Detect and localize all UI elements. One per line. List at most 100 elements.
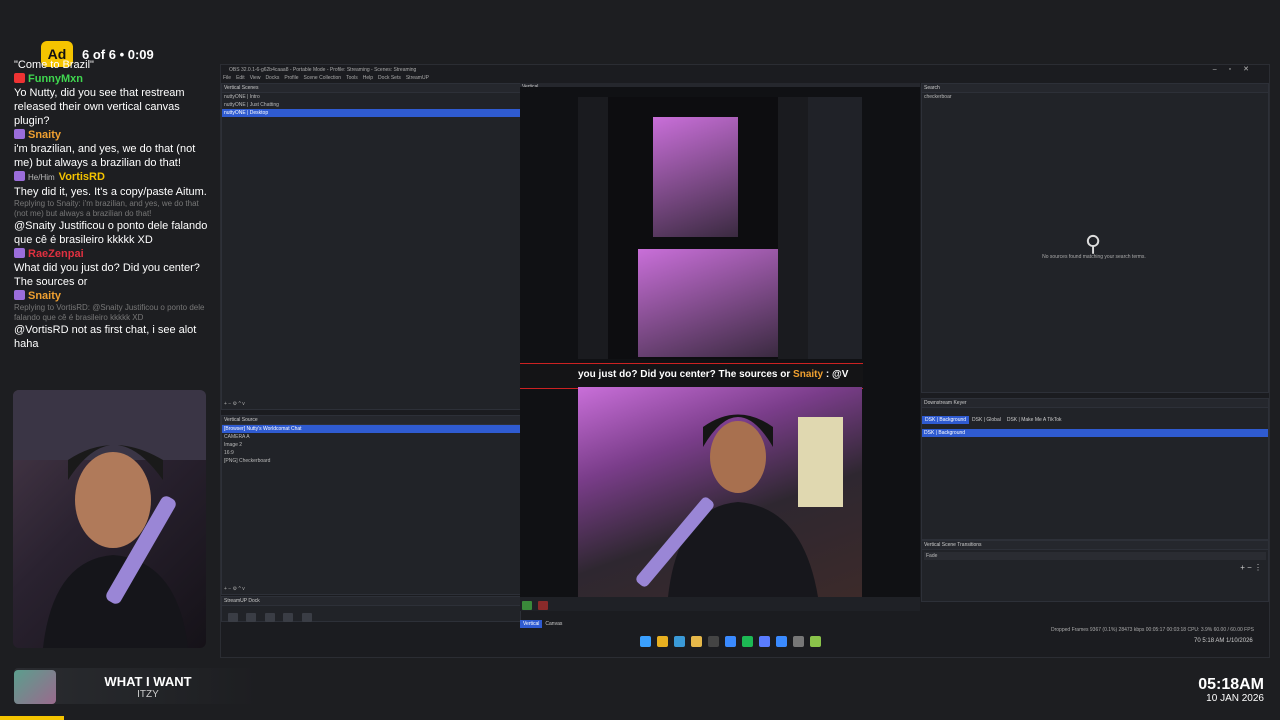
stream-toggle[interactable] [538, 601, 549, 610]
no-results-text: No sources found matching your search te… [1042, 254, 1146, 260]
chat-message: RaeZenpai What did you just do? Did you c… [14, 247, 214, 289]
app-icon[interactable] [810, 636, 821, 647]
streamup-button-4[interactable] [283, 613, 294, 622]
transition-select[interactable]: Fade [924, 552, 1266, 560]
chat-overlay-user: Snaity [793, 369, 824, 380]
app-icon[interactable] [725, 636, 736, 647]
chat-overlay-text: you just do? Did you center? The sources… [578, 369, 849, 380]
chat-text: Yo Nutty, did you see that restream rele… [14, 87, 185, 127]
source-list: [Browser] Nutty's Worldcomat Chat CAMERA … [222, 425, 520, 465]
source-item[interactable]: [Browser] Nutty's Worldcomat Chat [222, 425, 520, 433]
reply-context: Replying to VortisRD: @Snaity Justificou… [14, 303, 205, 322]
window-controls[interactable]: –▫✕ [1213, 65, 1261, 73]
app-icon[interactable] [776, 636, 787, 647]
streamup-dock: StreamUP Dock [221, 596, 521, 622]
chat-header: He/Him VortisRD [14, 170, 214, 185]
spotify-icon[interactable] [742, 636, 753, 647]
source-item[interactable]: Image 2 [222, 441, 520, 449]
chat-username: Snaity [28, 129, 62, 141]
edge-icon[interactable] [674, 636, 685, 647]
app-icon[interactable] [759, 636, 770, 647]
preview-controls [520, 597, 920, 611]
twitch-badge-icon [14, 171, 25, 181]
canvas-tabs: Vertical Canvas [520, 612, 920, 628]
menu-item[interactable]: StreamUP [406, 75, 429, 81]
sources-panel: Vertical Source [Browser] Nutty's Worldc… [221, 415, 521, 595]
scene-item[interactable]: nuttyONE | Desktop [222, 109, 520, 117]
record-toggle[interactable] [522, 601, 532, 610]
streamup-button-1[interactable] [228, 613, 238, 622]
nested-preview [578, 97, 862, 359]
source-toolbar[interactable]: + − ⚙ ^ v [224, 586, 245, 592]
scene-item[interactable]: nuttyONE | Just Chatting [222, 101, 520, 109]
chat-text: @VortisRD not as first chat, i see alot … [14, 324, 197, 350]
menu-item[interactable]: Dock Sets [378, 75, 401, 81]
webcam-overlay [13, 390, 206, 648]
preview-canvas[interactable]: you just do? Did you center? The sources… [520, 87, 920, 597]
downstream-keyer-panel: Downstream Keyer DSK | Background DSK | G… [921, 398, 1269, 540]
transitions-panel: Vertical Scene Transitions Fade + − ⋮ [921, 540, 1269, 602]
album-art [14, 670, 56, 704]
twitch-badge-icon [14, 129, 25, 139]
menu-item[interactable]: Scene Collection [304, 75, 342, 81]
chat-header: Snaity [14, 289, 214, 303]
dsk-item[interactable]: DSK | Background [922, 429, 1268, 437]
dsk-tab[interactable]: DSK | Global [969, 416, 1004, 424]
window-title: OBS 32.0.1-6-g62b4caaa8 - Portable Mode … [229, 67, 417, 73]
menu-item[interactable]: Tools [346, 75, 358, 81]
transition-buttons[interactable]: + − ⋮ [1240, 563, 1262, 572]
canvas-tab[interactable]: Canvas [542, 620, 565, 628]
pronoun-badge: He/Him [28, 173, 55, 182]
chat-header: Snaity [14, 128, 214, 142]
chat-message: FunnyMxn Yo Nutty, did you see that restr… [14, 72, 214, 128]
streamup-button-2[interactable] [246, 613, 257, 622]
dsk-tab[interactable]: DSK | Make Me A TikTok [1004, 416, 1065, 424]
chat-username: VortisRD [58, 171, 105, 183]
canvas-tab[interactable]: Vertical [520, 620, 543, 628]
chat-header: FunnyMxn [14, 72, 214, 86]
panel-title: Downstream Keyer [922, 399, 1268, 408]
chat-text: i'm brazilian, and yes, we do that (not … [14, 143, 196, 169]
chat-text: What did you just do? Did you center? Th… [14, 262, 200, 288]
scene-toolbar[interactable]: + − ⚙ ^ v [224, 401, 245, 407]
panel-title: StreamUP Dock [222, 597, 520, 606]
menu-item[interactable]: View [250, 75, 261, 81]
obs-icon[interactable] [708, 636, 719, 647]
menu-item[interactable]: Help [363, 75, 373, 81]
dsk-tab[interactable]: DSK | Background [922, 416, 970, 424]
menu-item[interactable]: Docks [265, 75, 279, 81]
streamup-button-3[interactable] [264, 613, 275, 622]
chat-message: Snaity Replying to VortisRD: @Snaity Just… [14, 289, 214, 351]
search-input[interactable]: checkerboar [922, 93, 1268, 101]
camera-button[interactable] [301, 613, 312, 622]
tray-temp: 70 [1194, 638, 1201, 644]
source-item[interactable]: 16:9 [222, 449, 520, 457]
chat-header: RaeZenpai [14, 247, 214, 261]
source-item[interactable]: [PNG] Checkerboard [222, 457, 520, 465]
scenes-panel: Vertical Scenes nuttyONE | Intro nuttyONE… [221, 83, 521, 410]
twitch-badge-icon [14, 73, 25, 83]
webcam-figure [13, 390, 206, 648]
scene-list: nuttyONE | Intro nuttyONE | Just Chatting… [222, 93, 520, 117]
chat-text: @Snaity Justificou o ponto dele falando … [14, 220, 208, 246]
taskbar [640, 636, 821, 647]
camera-source [578, 387, 862, 597]
menu-item[interactable]: Profile [284, 75, 298, 81]
status-bar: Dropped Frames 9367 (0.1%) 28473 kbps 00… [1051, 627, 1254, 633]
app-icon[interactable] [793, 636, 804, 647]
folder-icon[interactable] [691, 636, 702, 647]
obs-window: OBS 32.0.1-6-g62b4caaa8 - Portable Mode … [220, 64, 1270, 658]
menu-item[interactable]: Edit [236, 75, 245, 81]
song-artist: ITZY [137, 689, 159, 700]
panel-title: Vertical Source [222, 416, 520, 425]
chat-username: FunnyMxn [28, 73, 83, 85]
source-item[interactable]: CAMERA A [222, 433, 520, 441]
chat-fragment: "Come to Brazil" [14, 59, 94, 71]
ad-progress-bar [0, 716, 64, 720]
chrome-icon[interactable] [657, 636, 668, 647]
windows-icon[interactable] [640, 636, 651, 647]
menu-item[interactable]: File [223, 75, 231, 81]
scene-item[interactable]: nuttyONE | Intro [222, 93, 520, 101]
reply-context: Replying to Snaity: i'm brazilian, and y… [14, 199, 199, 218]
panel-title: Vertical Scene Transitions [922, 541, 1268, 550]
